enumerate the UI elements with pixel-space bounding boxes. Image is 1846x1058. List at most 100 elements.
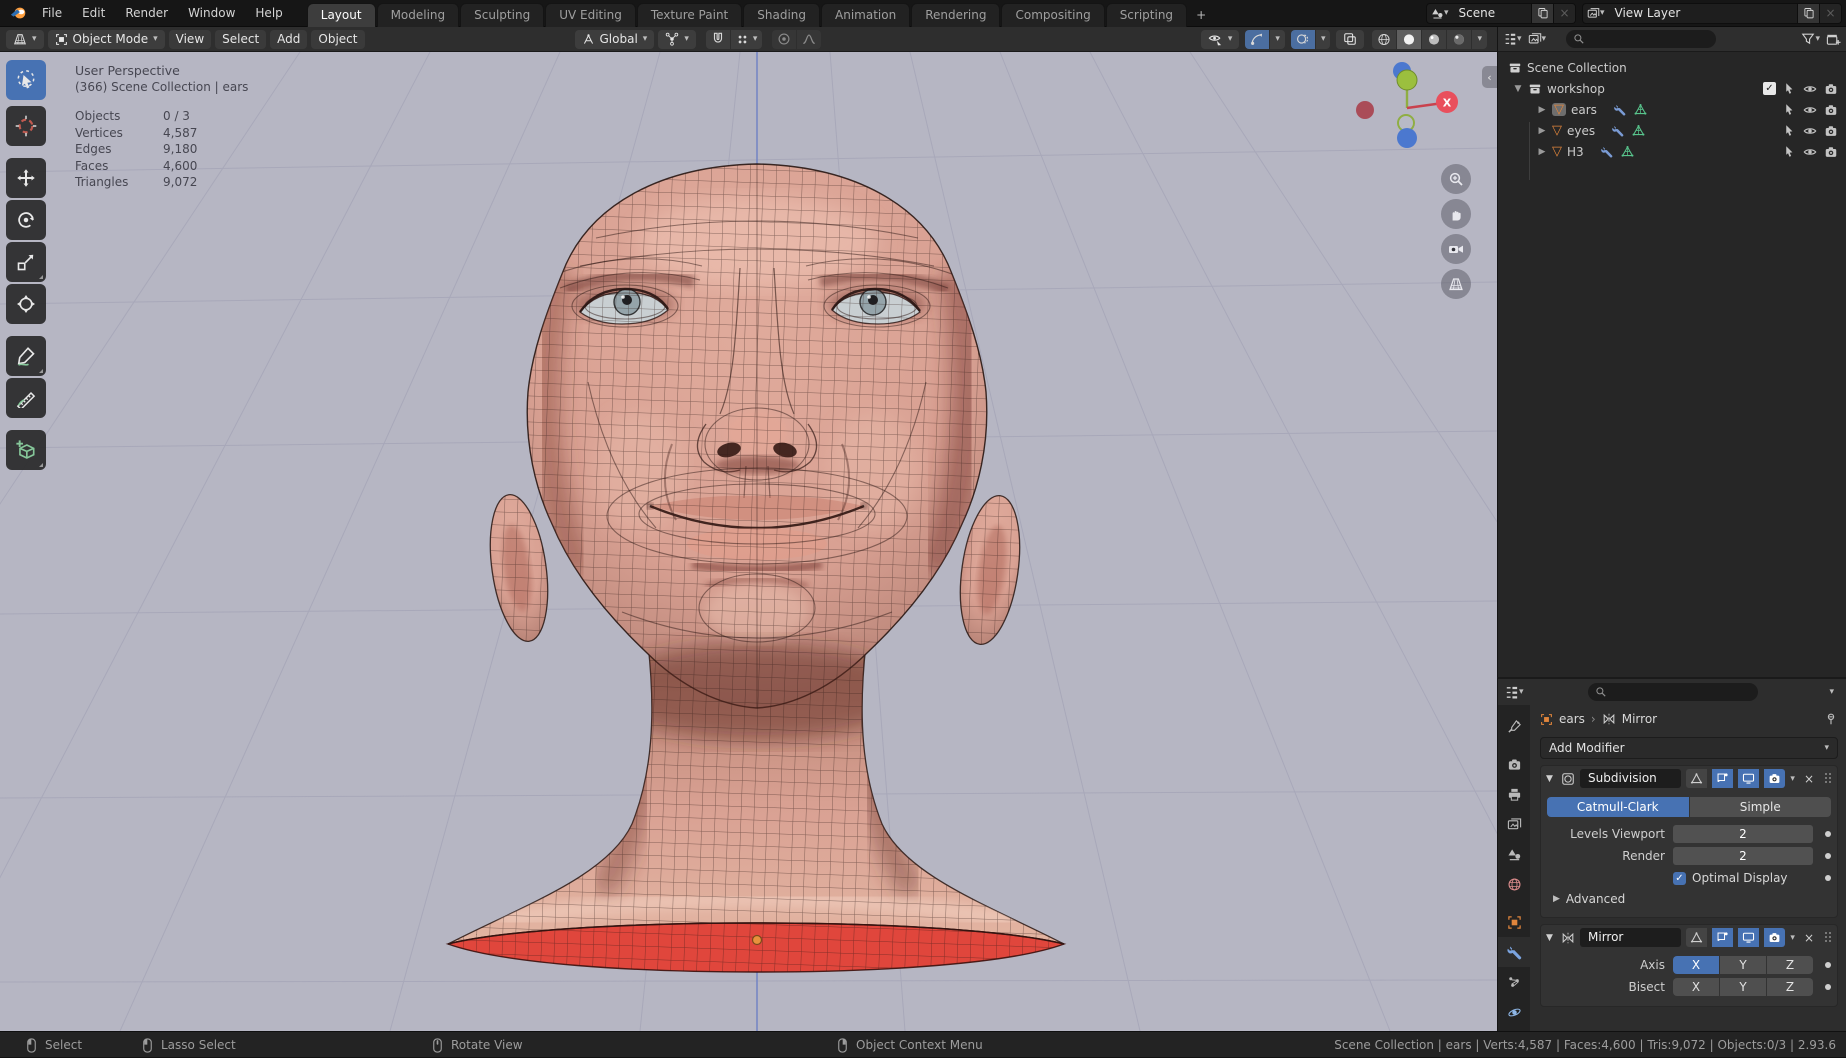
snap-target-button[interactable]: ▾: [730, 29, 763, 49]
render-display-toggle[interactable]: [1764, 769, 1786, 788]
remove-view-layer-button[interactable]: ×: [1819, 3, 1841, 23]
mesh-data-icon[interactable]: [1632, 124, 1645, 137]
tool-rotate[interactable]: [6, 200, 46, 240]
menu-object[interactable]: Object: [311, 29, 365, 49]
add-modifier-button[interactable]: Add Modifier ▾: [1540, 737, 1838, 759]
edit-mode-display-toggle[interactable]: [1686, 928, 1708, 947]
breadcrumb-modifier[interactable]: Mirror: [1622, 712, 1657, 726]
tab-object[interactable]: [1498, 907, 1530, 937]
filter-display-button[interactable]: ▾: [1528, 32, 1546, 46]
tool-measure[interactable]: [6, 378, 46, 418]
optimal-display-checkbox[interactable]: ✓: [1673, 871, 1686, 885]
modifier-wrench-icon[interactable]: [1613, 103, 1626, 116]
viewport-display-toggle[interactable]: [1738, 928, 1760, 947]
properties-search[interactable]: [1587, 683, 1758, 701]
region-collapse-arrow[interactable]: ‹: [1482, 66, 1497, 88]
expand-h3-icon[interactable]: ▶: [1536, 147, 1548, 157]
mesh-data-icon[interactable]: [1621, 145, 1634, 158]
modifier-extras-dropdown[interactable]: ▾: [1790, 933, 1795, 943]
pan-button[interactable]: [1441, 199, 1471, 229]
hide-viewport-icon[interactable]: [1803, 103, 1817, 117]
expand-workshop-icon[interactable]: ▼: [1512, 84, 1524, 94]
axis-z-button[interactable]: Z: [1767, 956, 1813, 974]
menu-file[interactable]: File: [32, 3, 72, 23]
xray-toggle[interactable]: [1336, 29, 1365, 49]
properties-options-dropdown[interactable]: ▾: [1829, 687, 1834, 697]
gizmos-dropdown[interactable]: ▾: [1270, 29, 1285, 49]
catmull-clark-button[interactable]: Catmull-Clark: [1547, 797, 1689, 817]
tab-scene[interactable]: [1498, 839, 1530, 869]
render-display-toggle[interactable]: [1764, 928, 1786, 947]
row-object-eyes[interactable]: ▶ ▽ eyes: [1498, 120, 1846, 141]
on-cage-toggle[interactable]: [1712, 769, 1734, 788]
new-view-layer-button[interactable]: [1797, 3, 1819, 23]
tab-output[interactable]: [1498, 779, 1530, 809]
tab-view-layer[interactable]: [1498, 809, 1530, 839]
tab-sculpting[interactable]: Sculpting: [460, 2, 545, 27]
perspective-toggle-button[interactable]: [1441, 269, 1471, 299]
tab-physics[interactable]: [1498, 997, 1530, 1027]
menu-help[interactable]: Help: [245, 3, 292, 23]
3d-viewport[interactable]: User Perspective (366) Scene Collection …: [0, 52, 1497, 1031]
pivot-point-button[interactable]: ▾: [658, 29, 696, 49]
animate-dot[interactable]: [1825, 875, 1831, 881]
delete-modifier-button[interactable]: ×: [1800, 931, 1818, 945]
selectable-icon[interactable]: [1783, 82, 1796, 95]
modifier-wrench-icon[interactable]: [1600, 145, 1613, 158]
bisect-y-button[interactable]: Y: [1720, 978, 1766, 996]
selectable-icon[interactable]: [1783, 145, 1796, 158]
proportional-edit-toggle[interactable]: [772, 29, 797, 49]
tool-transform[interactable]: [6, 284, 46, 324]
hide-viewport-icon[interactable]: [1803, 82, 1817, 96]
shading-material-button[interactable]: [1422, 29, 1447, 49]
levels-viewport-field[interactable]: 2: [1673, 825, 1813, 843]
modifier-name-field[interactable]: Mirror: [1580, 928, 1682, 947]
tab-particles[interactable]: [1498, 967, 1530, 997]
filter-button[interactable]: ▾: [1801, 32, 1820, 46]
disable-render-icon[interactable]: [1824, 103, 1838, 117]
disable-render-icon[interactable]: [1824, 82, 1838, 96]
tab-rendering[interactable]: Rendering: [911, 2, 1001, 27]
object-visibility-button[interactable]: ▾: [1200, 29, 1240, 49]
disable-render-icon[interactable]: [1824, 124, 1838, 138]
editor-type-button[interactable]: ▾: [6, 29, 44, 49]
animate-dot[interactable]: [1825, 831, 1831, 837]
modifier-extras-dropdown[interactable]: ▾: [1790, 774, 1795, 784]
overlays-dropdown[interactable]: ▾: [1315, 29, 1331, 49]
new-collection-button[interactable]: [1826, 32, 1841, 47]
menu-add[interactable]: Add: [270, 29, 308, 49]
show-gizmos-toggle[interactable]: [1245, 29, 1270, 49]
pin-icon[interactable]: [1824, 712, 1838, 726]
disable-render-icon[interactable]: [1824, 145, 1838, 159]
on-cage-toggle[interactable]: [1712, 928, 1734, 947]
collapse-icon[interactable]: ▼: [1546, 933, 1556, 943]
outliner-search[interactable]: [1566, 30, 1717, 48]
viewport-display-toggle[interactable]: [1738, 769, 1760, 788]
new-scene-button[interactable]: [1531, 3, 1553, 23]
drag-handle[interactable]: [1825, 932, 1832, 943]
tab-compositing[interactable]: Compositing: [1001, 2, 1105, 27]
modifier-name-field[interactable]: Subdivision: [1580, 769, 1682, 788]
tool-move[interactable]: [6, 158, 46, 198]
scene-name[interactable]: Scene: [1453, 6, 1531, 20]
axis-x-button[interactable]: X: [1673, 956, 1719, 974]
breadcrumb-object[interactable]: ears: [1559, 712, 1585, 726]
axis-y-button[interactable]: Y: [1720, 956, 1766, 974]
tab-scripting[interactable]: Scripting: [1105, 2, 1188, 27]
viewport-canvas[interactable]: [0, 52, 1497, 1031]
zoom-button[interactable]: [1441, 164, 1471, 194]
tab-animation[interactable]: Animation: [821, 2, 911, 27]
show-overlays-toggle[interactable]: [1290, 29, 1315, 49]
animate-dot[interactable]: [1825, 962, 1831, 968]
mirror-panel-header[interactable]: ▼ Mirror ▾ ×: [1541, 925, 1837, 950]
shading-rendered-button[interactable]: [1447, 29, 1472, 49]
menu-view[interactable]: View: [168, 29, 212, 49]
menu-render[interactable]: Render: [115, 3, 178, 23]
view-layer-icon[interactable]: ▾: [1583, 7, 1609, 20]
tool-3d-cursor[interactable]: [6, 106, 46, 146]
expand-ears-icon[interactable]: ▶: [1536, 105, 1548, 115]
properties-editor-type-icon[interactable]: ▾: [1504, 685, 1524, 700]
mode-selector[interactable]: Object Mode ▾: [47, 29, 165, 49]
tab-uv-editing[interactable]: UV Editing: [545, 2, 636, 27]
selectable-icon[interactable]: [1783, 124, 1796, 137]
